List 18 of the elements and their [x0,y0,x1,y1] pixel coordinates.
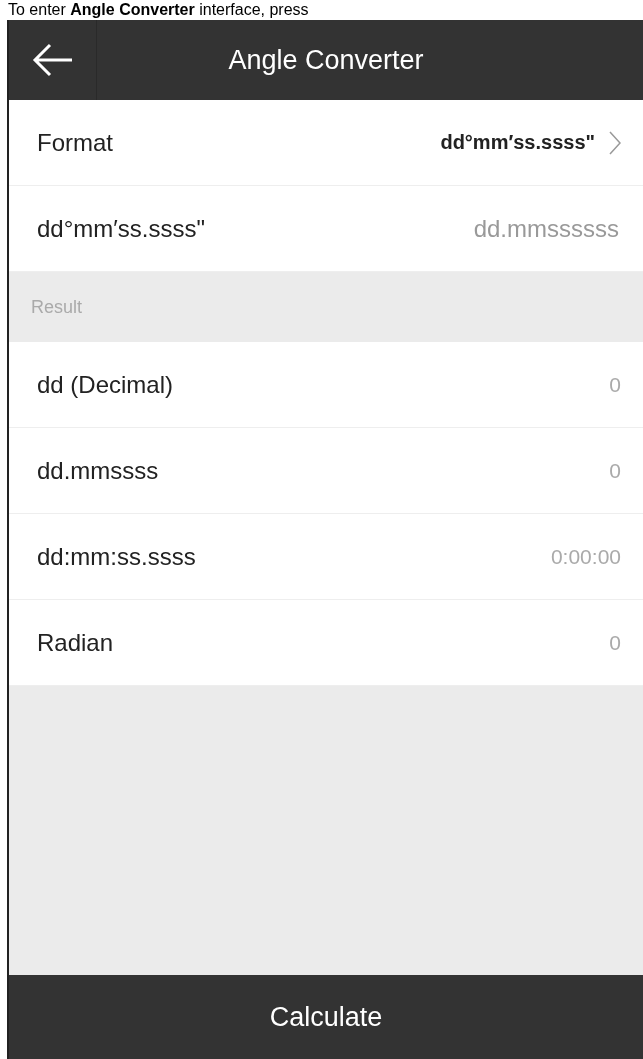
result-label: dd (Decimal) [37,370,175,399]
result-label: dd.mmssss [37,456,160,485]
result-value: 0 [609,458,621,483]
result-label: Radian [37,628,115,657]
angle-input-field[interactable]: dd.mmssssss [357,213,621,244]
input-label: dd°mm′ss.ssss" [37,214,206,243]
result-value: 0 [609,372,621,397]
screen-title: Angle Converter [227,44,425,76]
section-title: Result [30,295,84,319]
format-selector[interactable]: dd°mm′ss.ssss" [440,130,621,155]
calculate-button[interactable]: Calculate [9,975,643,1059]
result-value: 0:00:00 [550,544,621,569]
chevron-right-icon [609,130,621,155]
result-label: dd:mm:ss.ssss [37,542,197,571]
format-label: Format [37,128,114,157]
result-value: 0 [609,630,621,655]
caption-text: To enter Angle Converter interface, press [7,0,310,20]
back-arrow-icon [31,43,74,77]
